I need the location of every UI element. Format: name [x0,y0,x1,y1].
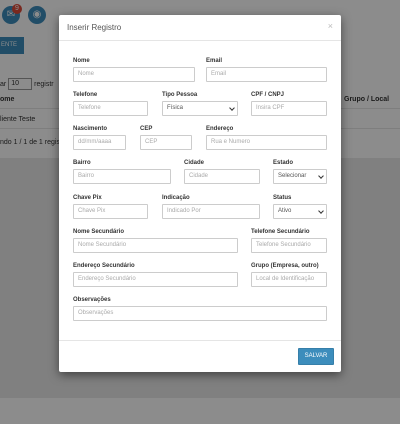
save-button[interactable]: SALVAR [298,348,334,365]
telefone-secundario-label: Telefone Secundário [251,229,310,235]
cidade-input[interactable]: Cidade [184,169,260,184]
close-icon[interactable]: × [328,21,333,31]
estado-label: Estado [273,160,294,166]
nome-input[interactable]: Nome [73,67,195,82]
chevron-down-icon [318,173,324,179]
cep-label: CEP [140,126,153,132]
chevron-down-icon [229,105,235,111]
indicacao-input[interactable]: Indicado Por [162,204,260,219]
nascimento-input[interactable]: dd/mm/aaaa [73,135,126,150]
endereco-label: Endereço [206,126,234,132]
estado-value: Selecionar [278,173,307,179]
cidade-label: Cidade [184,160,205,166]
tipo-pessoa-label: Tipo Pessoa [162,92,198,98]
endereco-input[interactable]: Rua e Numero [206,135,327,150]
telefone-label: Telefone [73,92,98,98]
bairro-input[interactable]: Bairro [73,169,171,184]
modal-header: Inserir Registro × [59,15,341,41]
telefone-secundario-input[interactable]: Telefone Secundário [251,238,327,253]
email-input[interactable]: Email [206,67,327,82]
status-value: Ativo [278,208,292,214]
chave-pix-label: Chave Pix [73,195,102,201]
estado-select[interactable]: Selecionar [273,169,327,184]
indicacao-label: Indicação [162,195,190,201]
modal-title: Inserir Registro [67,23,122,32]
cpf-input[interactable]: Insira CPF [251,101,327,116]
cep-input[interactable]: CEP [140,135,192,150]
nome-secundario-input[interactable]: Nome Secundário [73,238,238,253]
telefone-input[interactable]: Telefone [73,101,148,116]
chave-pix-input[interactable]: Chave Pix [73,204,148,219]
modal-footer-divider [59,340,341,341]
endereco-secundario-input[interactable]: Endereço Secundário [73,272,238,287]
cpf-label: CPF / CNPJ [251,92,285,98]
email-label: Email [206,58,223,64]
grupo-input[interactable]: Local de Identificação [251,272,327,287]
tipo-pessoa-select[interactable]: Física [162,101,238,116]
bairro-label: Bairro [73,160,91,166]
observacoes-input[interactable]: Observações [73,306,327,321]
grupo-label: Grupo (Empresa, outro) [251,263,319,269]
nome-secundario-label: Nome Secundário [73,229,125,235]
status-label: Status [273,195,292,201]
nascimento-label: Nascimento [73,126,108,132]
nome-label: Nome [73,58,90,64]
endereco-secundario-label: Endereço Secundário [73,263,135,269]
tipo-pessoa-value: Física [167,105,184,111]
insert-record-modal: Inserir Registro × Nome Nome Email Email… [59,15,341,372]
observacoes-label: Observações [73,297,111,303]
chevron-down-icon [318,208,324,214]
status-select[interactable]: Ativo [273,204,327,219]
